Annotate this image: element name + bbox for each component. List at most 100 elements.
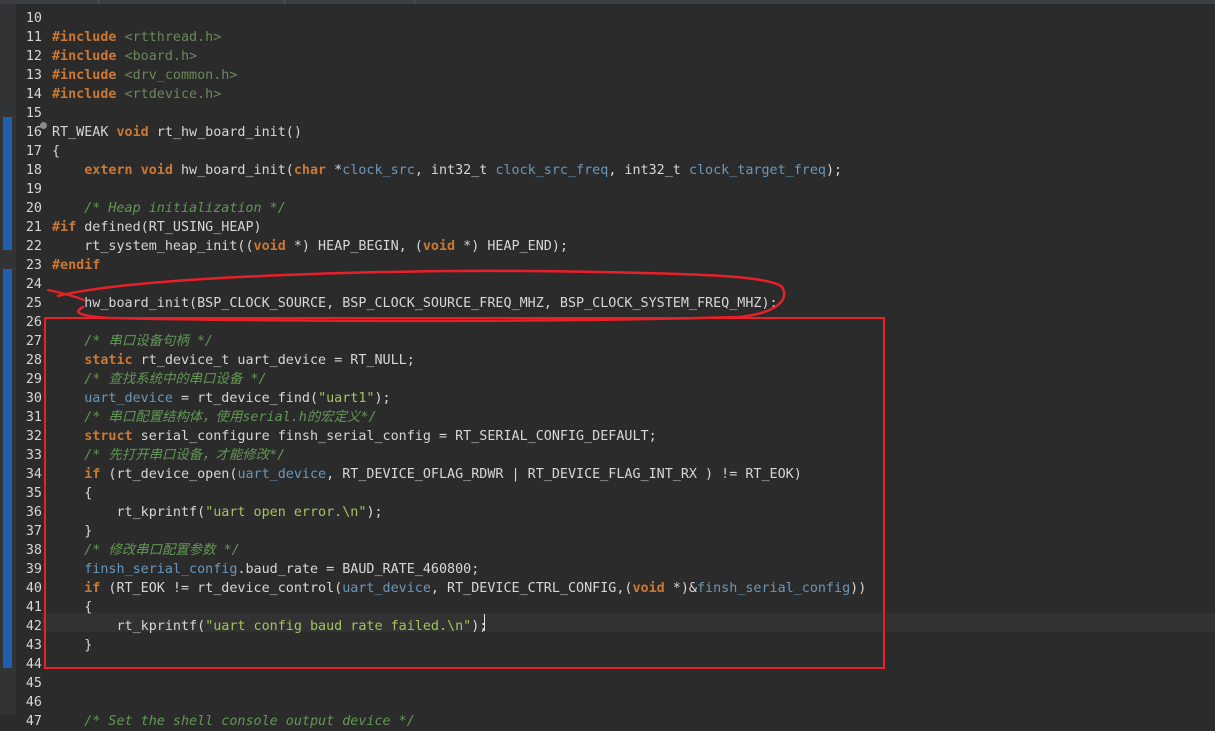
code-token: void [116, 125, 149, 140]
code-token: "uart1" [318, 391, 375, 406]
line-number: 42 [25, 619, 42, 634]
code-token: = rt_device_find( [172, 391, 319, 406]
code-token: <rtthread.h> [124, 30, 222, 45]
code-token: ); [374, 391, 391, 406]
line-number: 34 [25, 467, 42, 482]
code-line[interactable]: uart_device = rt_device_find("uart1"); [52, 389, 391, 408]
code-line[interactable]: /* 修改串口配置参数 */ [52, 541, 240, 560]
line-number: 37 [25, 524, 42, 539]
line-number: 24 [25, 277, 42, 292]
code-line[interactable]: /* 串口配置结构体，使用serial.h的宏定义*/ [52, 408, 376, 427]
code-line[interactable]: { [52, 484, 92, 503]
code-line[interactable]: { [52, 142, 60, 161]
code-token: uart_device [342, 581, 431, 596]
line-number: 19 [25, 182, 42, 197]
code-token: RT_WEAK [52, 125, 117, 140]
line-number: 39 [25, 562, 42, 577]
code-line[interactable]: } [52, 522, 92, 541]
code-token: struct [84, 429, 133, 444]
code-line[interactable]: rt_kprintf("uart config baud rate failed… [52, 617, 487, 636]
code-token: ); [826, 163, 843, 178]
code-token: void [422, 239, 456, 254]
code-line[interactable]: /* 查找系统中的串口设备 */ [52, 370, 267, 389]
code-line[interactable]: rt_system_heap_init((void *) HEAP_BEGIN,… [52, 237, 568, 256]
line-number: 27 [25, 334, 42, 349]
code-token: , int32_t [414, 163, 496, 178]
line-number: 25 [25, 296, 42, 311]
line-number: 16 [25, 125, 42, 140]
line-number: 28 [25, 353, 42, 368]
code-line[interactable]: { [52, 598, 92, 617]
code-token: if [84, 467, 101, 482]
code-line[interactable]: if (rt_device_open(uart_device, RT_DEVIC… [52, 465, 802, 484]
code-token: , RT_DEVICE_OFLAG_RDWR | RT_DEVICE_FLAG_… [326, 467, 802, 482]
code-token: (RT_EOK != rt_device_control( [100, 581, 343, 596]
code-line[interactable]: struct serial_configure finsh_serial_con… [52, 427, 657, 446]
code-line[interactable]: extern void hw_board_init(char *clock_sr… [52, 161, 842, 180]
code-token: finsh_serial_config [84, 562, 238, 577]
line-number: 35 [25, 486, 42, 501]
code-token: /* 修改串口配置参数 */ [84, 543, 240, 558]
code-token: , RT_DEVICE_CTRL_CONFIG,( [430, 581, 633, 596]
line-number: 21 [25, 220, 42, 235]
code-line[interactable]: /* Heap initialization */ [52, 199, 286, 218]
code-token: )) [850, 581, 867, 596]
code-token: static [84, 353, 133, 368]
code-line[interactable]: /* 先打开串口设备，才能修改*/ [52, 446, 285, 465]
code-token: void [253, 239, 286, 254]
code-line[interactable]: if (RT_EOK != rt_device_control(uart_dev… [52, 579, 866, 598]
code-token: <rtdevice.h> [124, 87, 222, 102]
line-number: 23 [25, 258, 42, 273]
line-number: 29 [25, 372, 42, 387]
code-line[interactable]: #include <rtthread.h> [52, 28, 221, 47]
code-token: rt_device_t uart_device = RT_NULL; [132, 353, 415, 368]
code-token: rt_hw_board_init() [148, 125, 302, 140]
code-token: #endif [52, 258, 101, 273]
code-token: } [52, 638, 93, 653]
code-line[interactable]: rt_kprintf("uart open error.\n"); [52, 503, 382, 522]
line-number: 18 [25, 163, 42, 178]
code-line[interactable]: } [52, 636, 92, 655]
code-token: #include [52, 30, 117, 45]
code-token: /* 查找系统中的串口设备 */ [84, 372, 267, 387]
line-number: 32 [25, 429, 42, 444]
code-line[interactable]: static rt_device_t uart_device = RT_NULL… [52, 351, 415, 370]
code-token: <board.h> [124, 49, 198, 64]
code-token: void [140, 163, 173, 178]
line-number: 17 [25, 144, 42, 159]
code-token: serial_configure finsh_serial_config = R… [132, 429, 657, 444]
code-line[interactable]: #if defined(RT_USING_HEAP) [52, 218, 262, 237]
code-editor[interactable]: 10 11 #include <rtthread.h> 12 #include <boa… [0, 4, 1215, 729]
code-token: *)& [664, 581, 697, 596]
code-line[interactable]: #endif [52, 256, 100, 275]
code-line[interactable]: #include <drv_common.h> [52, 66, 237, 85]
line-number: 22 [25, 239, 42, 254]
code-token: * [326, 163, 343, 178]
code-line[interactable]: hw_board_init(BSP_CLOCK_SOURCE, BSP_CLOC… [52, 294, 777, 313]
code-line[interactable]: #include <board.h> [52, 47, 197, 66]
code-token: rt_kprintf( [52, 505, 206, 520]
code-line[interactable]: finsh_serial_config.baud_rate = BAUD_RAT… [52, 560, 479, 579]
code-token: #include [52, 87, 117, 102]
code-line[interactable]: /* 串口设备句柄 */ [52, 332, 213, 351]
code-token: (rt_device_open( [100, 467, 238, 482]
line-number: 36 [25, 505, 42, 520]
text-cursor [484, 614, 485, 631]
code-token: clock_src [342, 163, 415, 178]
code-token: #if [52, 220, 77, 235]
code-line[interactable]: #include <rtdevice.h> [52, 85, 221, 104]
code-token: defined(RT_USING_HEAP) [76, 220, 262, 235]
code-line[interactable]: RT_WEAK void rt_hw_board_init() [52, 123, 302, 142]
